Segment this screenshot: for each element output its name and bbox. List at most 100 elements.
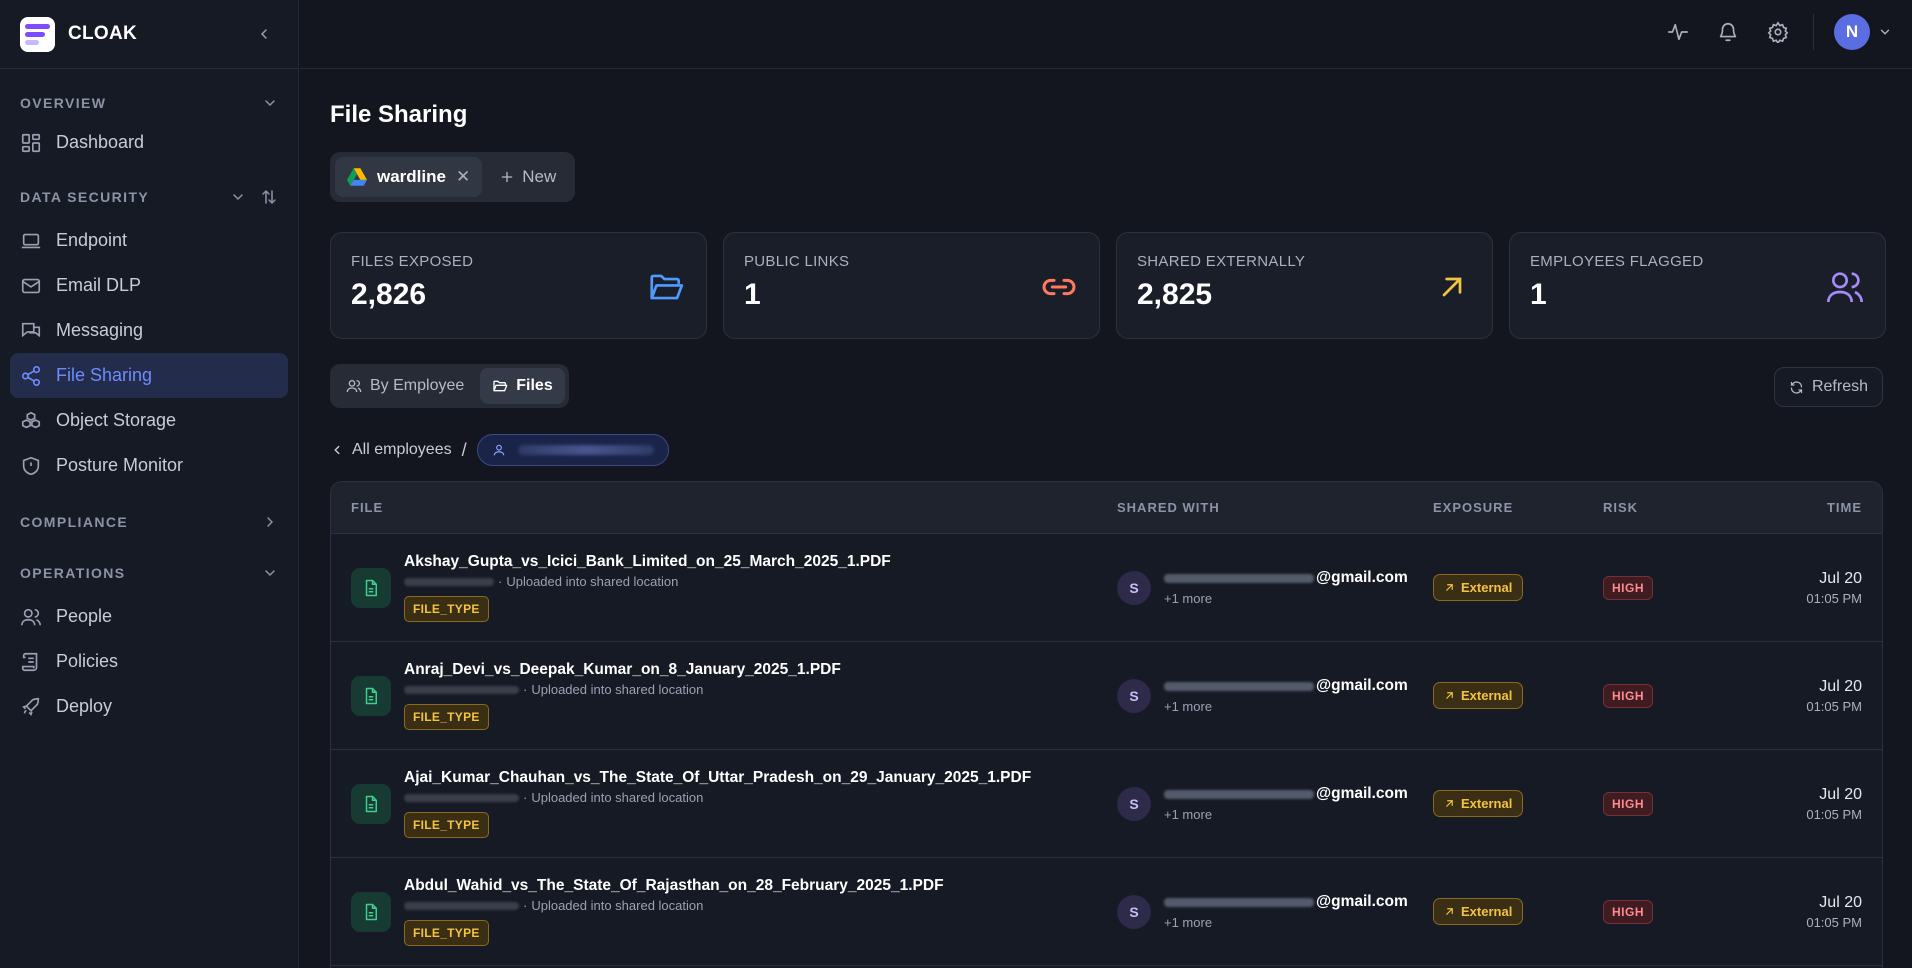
- stat-label: PUBLIC LINKS: [744, 253, 850, 270]
- view-toggle: By Employee Files: [330, 364, 569, 408]
- users-icon: [21, 608, 41, 625]
- back-label: All employees: [352, 441, 452, 458]
- column-time[interactable]: TIME: [1763, 500, 1882, 515]
- sidebar-item-file-sharing[interactable]: File Sharing: [10, 353, 288, 398]
- section-data-security[interactable]: DATA SECURITY: [0, 185, 298, 209]
- notifications-button[interactable]: [1713, 17, 1743, 47]
- tab-label: Files: [516, 377, 553, 394]
- sidebar-item-label: Email DLP: [56, 275, 142, 295]
- section-overview[interactable]: OVERVIEW: [0, 91, 298, 115]
- avatar: N: [1834, 14, 1870, 50]
- section-operations[interactable]: OPERATIONS: [0, 561, 298, 585]
- table-row[interactable]: Akshay_Gupta_vs_Icici_Bank_Limited_on_25…: [331, 534, 1882, 642]
- brand-header: CLOAK: [0, 0, 298, 69]
- all-employees-link[interactable]: All employees: [330, 441, 452, 459]
- table-row[interactable]: Abdul_Wahid_vs_The_State_Of_Rajasthan_on…: [331, 858, 1882, 966]
- chevron-down-icon: [265, 570, 275, 577]
- user-menu[interactable]: N: [1834, 14, 1892, 50]
- sidebar-item-label: Messaging: [56, 320, 144, 340]
- sort-icon[interactable]: [260, 188, 278, 206]
- brand-name: CLOAK: [68, 23, 138, 44]
- stat-value: 2,825: [1137, 278, 1213, 311]
- sidebar-item-email-dlp[interactable]: Email DLP: [10, 263, 288, 308]
- selected-employee-chip[interactable]: [476, 434, 669, 466]
- stat-value: 1: [1530, 278, 1547, 311]
- sidebar-item-dashboard[interactable]: Dashboard: [10, 120, 288, 165]
- redacted-employee: [517, 445, 654, 455]
- chevron-left-icon: [260, 29, 267, 39]
- column-file[interactable]: FILE: [331, 500, 1117, 515]
- activity-button[interactable]: [1663, 17, 1693, 47]
- cloak-logo: [20, 16, 55, 52]
- sidebar-item-posture-monitor[interactable]: Posture Monitor: [10, 443, 288, 488]
- arrow-up-right-icon: [1446, 908, 1453, 915]
- shield-icon: [22, 456, 40, 475]
- file-name: Ajai_Kumar_Chauhan_vs_The_State_Of_Uttar…: [404, 769, 1032, 786]
- stat-label: FILES EXPOSED: [351, 253, 474, 270]
- settings-button[interactable]: [1763, 17, 1793, 47]
- sidebar-item-label: Dashboard: [56, 132, 145, 152]
- redacted-owner: [404, 901, 519, 910]
- sidebar-item-object-storage[interactable]: Object Storage: [10, 398, 288, 443]
- arrow-up-right-icon: [1446, 692, 1453, 699]
- section-title: OPERATIONS: [20, 565, 126, 581]
- file-type-badge: FILE_TYPE: [404, 920, 489, 946]
- file-icon: [351, 567, 391, 608]
- table-row[interactable]: Ajai_Kumar_Chauhan_vs_The_State_Of_Uttar…: [331, 750, 1882, 858]
- file-action: Uploaded into shared location: [531, 790, 704, 805]
- risk-badge: HIGH: [1603, 791, 1653, 816]
- more-recipients: +1 more: [1164, 591, 1213, 606]
- sidebar-item-people[interactable]: People: [10, 594, 288, 639]
- arrow-up-right-icon: [1442, 277, 1462, 297]
- file-name: Akshay_Gupta_vs_Icici_Bank_Limited_on_25…: [404, 553, 891, 570]
- messages-icon: [21, 322, 41, 337]
- sidebar-item-deploy[interactable]: Deploy: [10, 684, 288, 729]
- new-label: New: [522, 167, 557, 186]
- user-icon: [493, 444, 504, 456]
- topbar: N: [300, 0, 1912, 69]
- sidebar: CLOAK OVERVIEW Dashboard DATA SECURITY E…: [0, 0, 299, 968]
- more-recipients: +1 more: [1164, 915, 1213, 930]
- sidebar-item-policies[interactable]: Policies: [10, 639, 288, 684]
- stats-row: FILES EXPOSED 2,826 PUBLIC LINKS 1 SHARE…: [330, 232, 1886, 339]
- file-type-badge: FILE_TYPE: [404, 596, 489, 622]
- table-row[interactable]: Anraj_Devi_vs_Deepak_Kumar_on_8_January_…: [331, 642, 1882, 750]
- risk-badge: HIGH: [1603, 683, 1653, 708]
- section-compliance[interactable]: COMPLIANCE: [0, 510, 298, 534]
- avatar: S: [1117, 570, 1151, 605]
- column-exposure[interactable]: EXPOSURE: [1433, 500, 1603, 515]
- avatar: S: [1117, 894, 1151, 929]
- stat-shared-externally: SHARED EXTERNALLY 2,825: [1116, 232, 1493, 339]
- new-workspace-button[interactable]: New: [488, 157, 570, 197]
- sidebar-item-label: Object Storage: [56, 410, 177, 430]
- file-action: Uploaded into shared location: [531, 682, 704, 697]
- column-shared-with[interactable]: SHARED WITH: [1117, 500, 1433, 515]
- files-tab[interactable]: Files: [480, 368, 565, 404]
- users-icon: [1827, 272, 1863, 303]
- exposure-label: External: [1461, 688, 1513, 703]
- file-icon: [351, 783, 391, 824]
- date: Jul 20: [1819, 569, 1862, 587]
- sidebar-item-label: Posture Monitor: [56, 455, 184, 475]
- more-recipients: +1 more: [1164, 699, 1213, 714]
- workspace-tabs: wardline ✕ New: [330, 152, 576, 202]
- sidebar-item-label: People: [56, 606, 113, 626]
- sidebar-item-endpoint[interactable]: Endpoint: [10, 218, 288, 263]
- chevron-left-icon: [334, 445, 340, 455]
- stat-employees-flagged: EMPLOYEES FLAGGED 1: [1509, 232, 1886, 339]
- column-risk[interactable]: RISK: [1603, 500, 1763, 515]
- email-domain: @gmail.com: [1316, 677, 1408, 694]
- sidebar-item-messaging[interactable]: Messaging: [10, 308, 288, 353]
- link-icon: [1042, 278, 1076, 296]
- time: 01:05 PM: [1806, 590, 1862, 606]
- stat-value: 1: [744, 278, 761, 311]
- file-action: Uploaded into shared location: [506, 574, 679, 589]
- redacted-email: [1164, 573, 1314, 583]
- close-workspace-button[interactable]: ✕: [456, 167, 470, 187]
- workspace-tab-wardline[interactable]: wardline ✕: [335, 157, 483, 197]
- collapse-sidebar-button[interactable]: [250, 20, 278, 48]
- by-employee-tab[interactable]: By Employee: [334, 368, 476, 404]
- refresh-button[interactable]: Refresh: [1773, 367, 1883, 407]
- dashboard-icon: [21, 133, 41, 152]
- page-title: File Sharing: [330, 101, 468, 128]
